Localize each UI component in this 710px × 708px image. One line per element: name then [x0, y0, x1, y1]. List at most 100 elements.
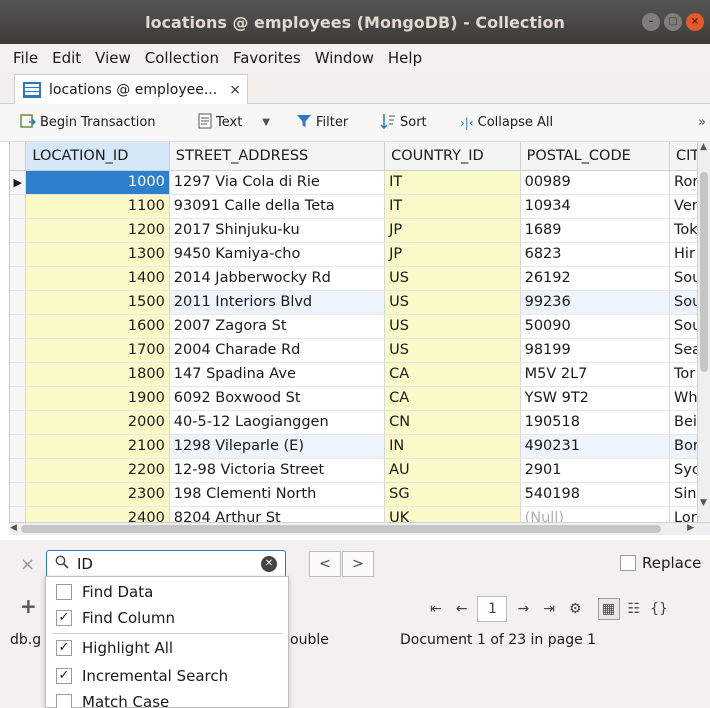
scroll-up-icon[interactable]: ▲ [700, 142, 707, 152]
column-header-country-id[interactable]: COUNTRY_ID [384, 142, 521, 171]
chevron-down-icon[interactable]: ▼ [262, 117, 270, 128]
cell-street-address[interactable]: 2007 Zagora St [169, 314, 386, 339]
option-match-case[interactable]: Match Case [56, 689, 169, 708]
cell-postal-code[interactable]: YSW 9T2 [520, 386, 671, 411]
cell-country-id[interactable]: IT [384, 170, 521, 195]
row-marker[interactable] [10, 434, 27, 459]
minimize-button[interactable]: – [642, 13, 660, 31]
collapse-all-button[interactable]: ›|‹ Collapse All [460, 115, 553, 130]
cell-country-id[interactable]: UK [384, 506, 521, 522]
toolbar-overflow-button[interactable]: » [698, 115, 706, 130]
replace-toggle[interactable]: Replace [620, 554, 701, 572]
table-row[interactable]: 1900 6092 Boxwood St CA YSW 9T2 Wh [10, 386, 710, 411]
cell-location-id[interactable]: 1200 [25, 218, 170, 243]
find-previous-button[interactable]: < [309, 551, 341, 577]
find-column-checkbox[interactable]: ✓ [56, 610, 72, 626]
scroll-left-icon[interactable]: ◀ [10, 523, 17, 533]
add-document-button[interactable]: + [20, 594, 37, 618]
table-row[interactable]: 1100 93091 Calle della Teta IT 10934 Ver [10, 194, 710, 219]
cell-street-address[interactable]: 2011 Interiors Blvd [169, 290, 386, 315]
menu-file[interactable]: File [6, 49, 45, 67]
table-row[interactable]: 2100 1298 Vileparle (E) IN 490231 Bor [10, 434, 710, 459]
next-page-icon[interactable]: → [517, 601, 529, 617]
cell-street-address[interactable]: 40-5-12 Laogianggen [169, 410, 386, 435]
cell-street-address[interactable]: 198 Clementi North [169, 482, 386, 507]
text-view-button[interactable]: Text ▼ [198, 113, 270, 133]
sort-button[interactable]: Sort [380, 113, 427, 133]
clear-search-icon[interactable]: ✕ [261, 556, 277, 572]
cell-postal-code[interactable]: 50090 [520, 314, 671, 339]
maximize-button[interactable]: □ [664, 13, 682, 31]
filter-button[interactable]: Filter [296, 113, 348, 133]
table-row[interactable]: ▶ 1000 1297 Via Cola di Rie IT 00989 Ror [10, 170, 710, 195]
cell-location-id[interactable]: 2400 [25, 506, 170, 522]
cell-location-id[interactable]: 1800 [25, 362, 170, 387]
cell-postal-code[interactable]: 98199 [520, 338, 671, 363]
cell-country-id[interactable]: SG [384, 482, 521, 507]
previous-page-icon[interactable]: ← [456, 601, 468, 617]
grid-view-icon[interactable]: ▦ [597, 598, 620, 620]
row-marker[interactable] [10, 506, 27, 522]
cell-postal-code[interactable]: 490231 [520, 434, 671, 459]
table-row[interactable]: 1800 147 Spadina Ave CA M5V 2L7 Tor [10, 362, 710, 387]
tab-locations[interactable]: locations @ employee... × [14, 74, 248, 104]
cell-location-id[interactable]: 1300 [25, 242, 170, 267]
row-marker[interactable] [10, 290, 27, 315]
cell-postal-code[interactable]: 6823 [520, 242, 671, 267]
tab-close-icon[interactable]: × [229, 82, 241, 98]
menu-edit[interactable]: Edit [45, 49, 88, 67]
horizontal-scrollbar[interactable]: ◀ ▶ [9, 522, 710, 535]
cell-postal-code[interactable]: M5V 2L7 [520, 362, 671, 387]
cell-location-id[interactable]: 2100 [25, 434, 170, 459]
match-case-checkbox[interactable] [56, 694, 72, 708]
page-number-input[interactable]: 1 [477, 596, 508, 622]
cell-postal-code[interactable]: (Null) [520, 506, 671, 522]
find-next-button[interactable]: > [342, 551, 374, 577]
first-page-icon[interactable]: ⇤ [430, 601, 442, 617]
cell-postal-code[interactable]: 540198 [520, 482, 671, 507]
menu-help[interactable]: Help [381, 49, 429, 67]
close-window-button[interactable]: × [686, 13, 704, 31]
table-row[interactable]: 1200 2017 Shinjuku-ku JP 1689 Tok [10, 218, 710, 243]
cell-location-id[interactable]: 1500 [25, 290, 170, 315]
cell-location-id[interactable]: 2000 [25, 410, 170, 435]
cell-country-id[interactable]: AU [384, 458, 521, 483]
cell-street-address[interactable]: 2004 Charade Rd [169, 338, 386, 363]
highlight-all-checkbox[interactable]: ✓ [56, 640, 72, 656]
cell-country-id[interactable]: US [384, 314, 521, 339]
scroll-right-icon[interactable]: ▶ [687, 523, 694, 533]
incremental-search-checkbox[interactable]: ✓ [56, 668, 72, 684]
cell-street-address[interactable]: 12-98 Victoria Street [169, 458, 386, 483]
cell-location-id[interactable]: 1900 [25, 386, 170, 411]
row-marker[interactable] [10, 458, 27, 483]
cell-postal-code[interactable]: 99236 [520, 290, 671, 315]
row-marker[interactable] [10, 482, 27, 507]
cell-country-id[interactable]: CN [384, 410, 521, 435]
option-find-data[interactable]: Find Data [56, 579, 153, 605]
option-incremental-search[interactable]: ✓ Incremental Search [56, 663, 228, 689]
table-row[interactable]: 2300 198 Clementi North SG 540198 Sin [10, 482, 710, 507]
cell-postal-code[interactable]: 1689 [520, 218, 671, 243]
cell-country-id[interactable]: JP [384, 218, 521, 243]
cell-postal-code[interactable]: 26192 [520, 266, 671, 291]
row-marker[interactable] [10, 194, 27, 219]
scroll-down-icon[interactable]: ▼ [700, 498, 707, 508]
row-marker[interactable] [10, 266, 27, 291]
option-highlight-all[interactable]: ✓ Highlight All [56, 635, 173, 661]
option-find-column[interactable]: ✓ Find Column [56, 605, 175, 631]
settings-gear-icon[interactable]: ⚙ [569, 601, 582, 617]
menu-view[interactable]: View [88, 49, 138, 67]
table-row[interactable]: 2000 40-5-12 Laogianggen CN 190518 Bei [10, 410, 710, 435]
cell-location-id[interactable]: 1100 [25, 194, 170, 219]
cell-location-id[interactable]: 1600 [25, 314, 170, 339]
cell-country-id[interactable]: US [384, 266, 521, 291]
replace-checkbox[interactable] [620, 555, 636, 571]
table-row[interactable]: 1300 9450 Kamiya-cho JP 6823 Hir [10, 242, 710, 267]
cell-location-id[interactable]: 1700 [25, 338, 170, 363]
cell-location-id[interactable]: 2200 [25, 458, 170, 483]
cell-country-id[interactable]: IT [384, 194, 521, 219]
cell-country-id[interactable]: CA [384, 362, 521, 387]
row-marker[interactable] [10, 338, 27, 363]
cell-street-address[interactable]: 8204 Arthur St [169, 506, 386, 522]
cell-country-id[interactable]: US [384, 338, 521, 363]
